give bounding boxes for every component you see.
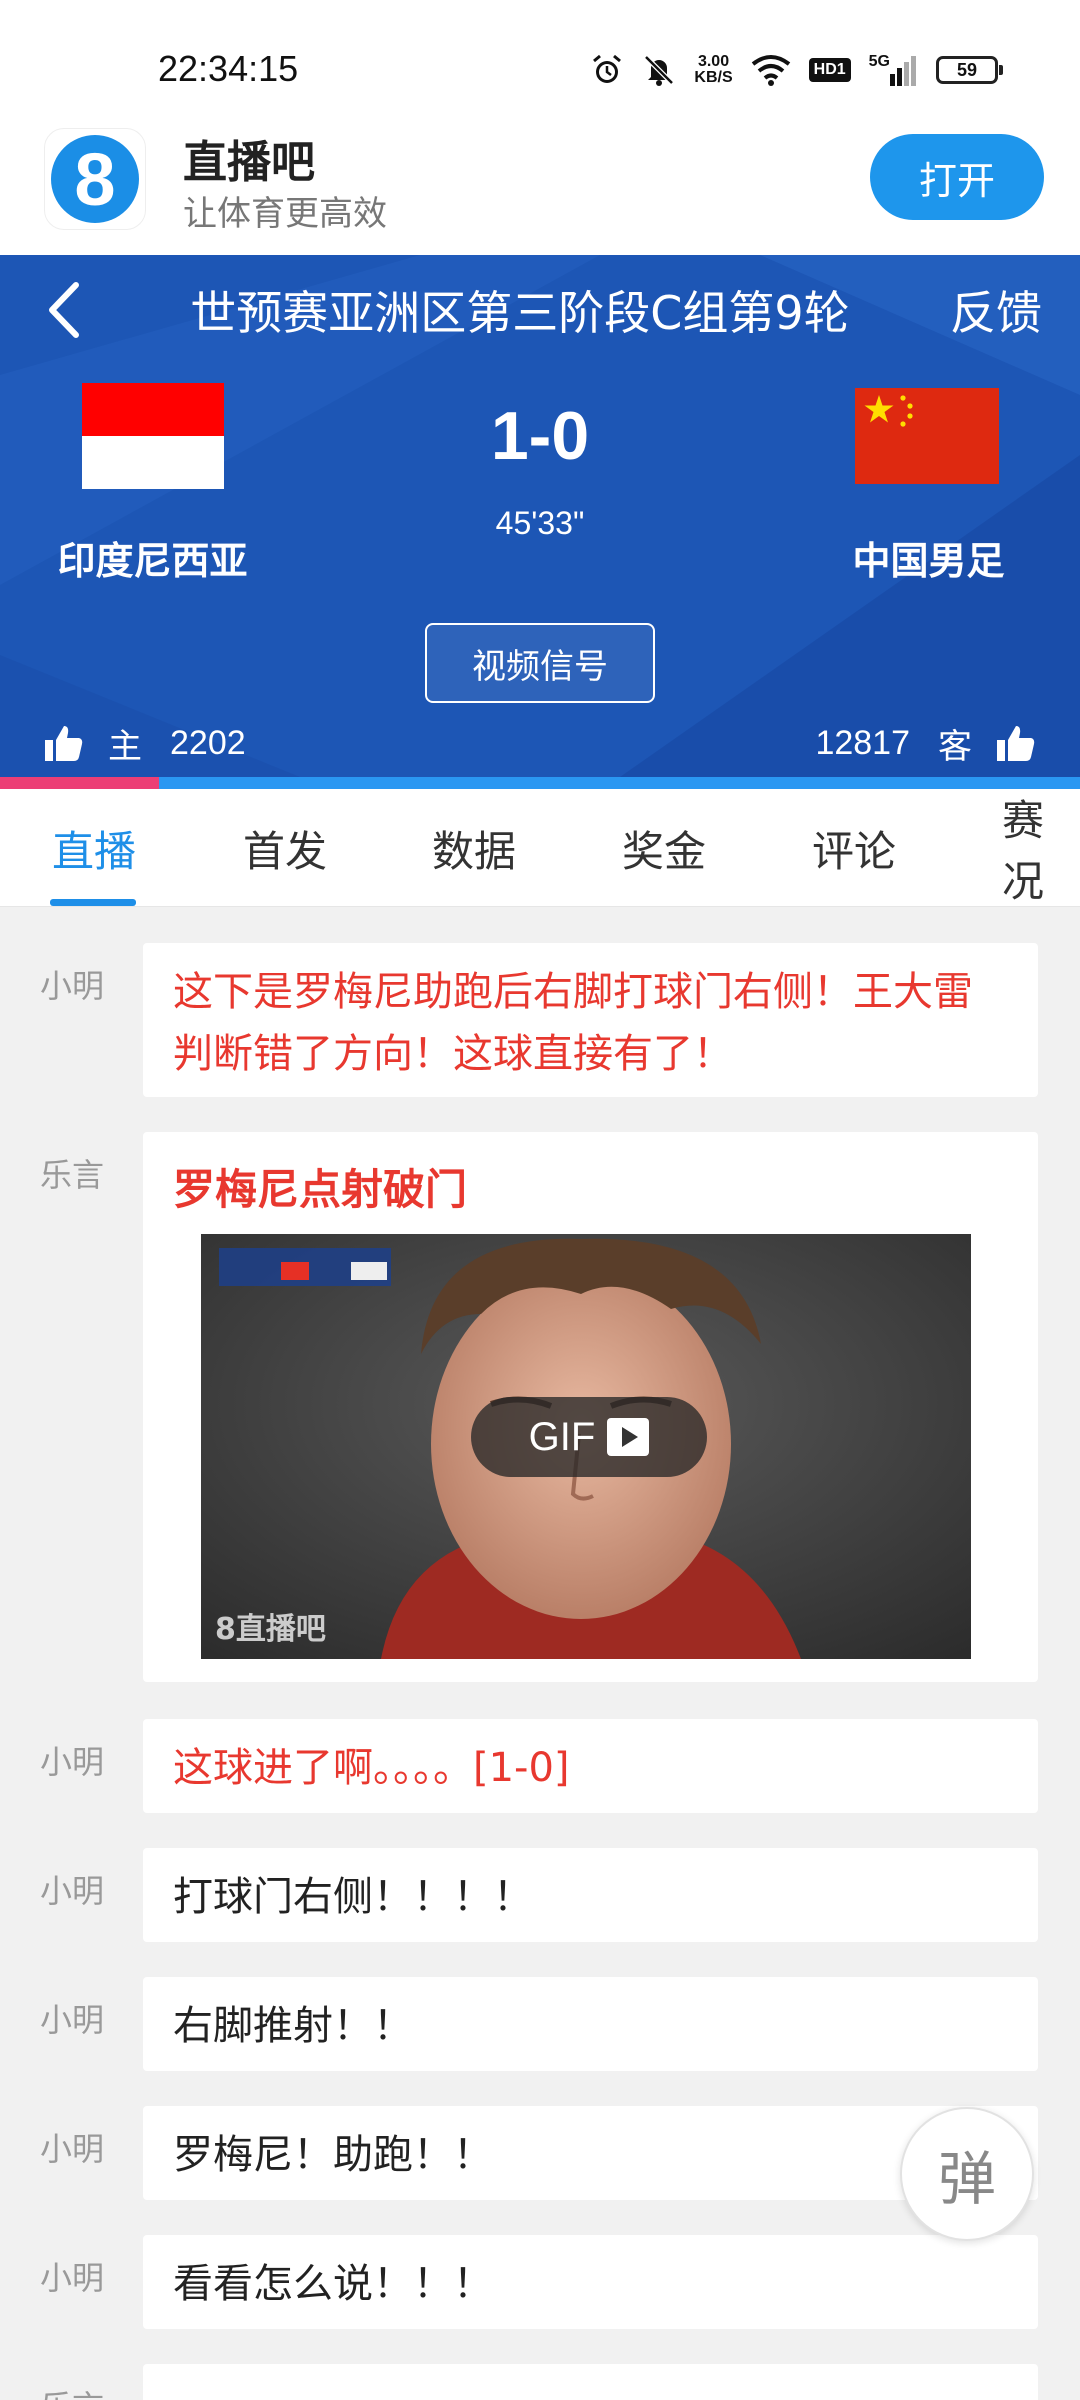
status-time: 22:34:15 — [158, 48, 299, 89]
home-like-button[interactable]: 主 2202 — [44, 713, 246, 773]
app-slogan: 让体育更高效 — [183, 194, 387, 234]
home-like-label: 主 — [108, 726, 142, 767]
support-ratio-bar — [0, 777, 1080, 789]
status-icons: 3.00 KB/S HD1 5G 59 — [590, 50, 1003, 90]
hd-badge: HD1 — [808, 58, 851, 82]
feed-author: 乐言 — [40, 1156, 105, 1194]
feed-author: 小明 — [40, 1872, 105, 1910]
feed-bubble: 罗梅尼点射破门 8直播吧 GIF — [143, 1132, 1038, 1682]
away-team-flag — [855, 388, 999, 484]
net-speed: 3.00 KB/S — [694, 54, 732, 86]
goal-gif[interactable]: 8直播吧 GIF — [201, 1234, 971, 1659]
video-signal-button[interactable]: 视频信号 — [425, 623, 655, 703]
feedback-button[interactable]: 反馈 — [950, 277, 1042, 343]
open-app-button[interactable]: 打开 — [870, 134, 1044, 220]
feed-text: 这下是罗梅尼助跑后右脚打球门右侧！王大雷判断错了方向！这球直接有了！ — [173, 969, 973, 1077]
tab-comments[interactable]: 评论 — [812, 789, 896, 907]
tab-active-indicator — [50, 899, 136, 906]
signal-icon: 5G — [868, 53, 918, 86]
alarm-icon — [590, 53, 624, 87]
tab-bar: 直播 首发 数据 奖金 评论 赛况 — [0, 789, 1080, 907]
feed-bubble[interactable] — [143, 2364, 1038, 2400]
feed-text: 这球进了啊。。。。[1-0] — [173, 1745, 570, 1791]
gif-label: GIF — [528, 1414, 596, 1459]
feed-title: 罗梅尼点射破门 — [173, 1165, 468, 1214]
feed-author: 小明 — [40, 2001, 105, 2039]
tab-match-status[interactable]: 赛况 — [1002, 789, 1080, 907]
net-speed-value: 3.00 — [697, 53, 730, 70]
feed-bubble[interactable]: 看看怎么说！！！ — [143, 2235, 1038, 2329]
match-header: 世预赛亚洲区第三阶段C组第9轮 反馈 印度尼西亚 1-0 45'33" 中国男足… — [0, 255, 1080, 777]
feed-bubble[interactable]: 右脚推射！！ — [143, 1977, 1038, 2071]
home-support-fill — [0, 777, 159, 789]
play-icon — [607, 1418, 650, 1456]
signal-label: 5G — [868, 53, 890, 70]
app-name: 直播吧 — [183, 137, 315, 188]
feed-author: 小明 — [40, 2130, 105, 2168]
gif-watermark: 8直播吧 — [215, 1612, 326, 1647]
net-speed-unit: KB/S — [694, 69, 733, 86]
away-like-label: 客 — [938, 726, 972, 767]
feed-text: 右脚推射！！ — [173, 2003, 413, 2049]
feed-text: 打球门右侧！！！！ — [173, 1874, 533, 1920]
gif-play-badge[interactable]: GIF — [471, 1397, 707, 1477]
away-like-count: 12817 — [815, 723, 910, 762]
feed-text — [143, 2364, 1038, 2400]
app-logo: 8 — [44, 128, 146, 230]
status-bar: 22:34:15 3.00 KB/S HD1 5G 59 — [0, 0, 1080, 120]
feed-bubble[interactable]: 打球门右侧！！！！ — [143, 1848, 1038, 1942]
feed-text: 看看怎么说！！！ — [173, 2261, 493, 2307]
tab-live[interactable]: 直播 — [52, 789, 136, 907]
home-team-flag — [82, 383, 224, 489]
match-clock: 45'33" — [495, 505, 585, 541]
battery-level: 59 — [956, 59, 978, 80]
feed-author: 小明 — [40, 1743, 105, 1781]
back-icon[interactable] — [40, 277, 96, 343]
thumbs-up-icon — [997, 726, 1035, 761]
app-logo-mark: 8 — [51, 135, 139, 223]
battery-icon: 59 — [936, 56, 1003, 84]
china-flag-stars — [864, 395, 913, 427]
home-team-name[interactable]: 印度尼西亚 — [0, 530, 305, 585]
app-download-banner: 8 直播吧 让体育更高效 打开 — [0, 120, 1080, 255]
app-screen: 22:34:15 3.00 KB/S HD1 5G 59 8 直播吧 让体育更高… — [0, 0, 1080, 2400]
mute-icon — [642, 53, 676, 87]
away-team-name[interactable]: 中国男足 — [776, 530, 1080, 585]
match-title: 世预赛亚洲区第三阶段C组第9轮 — [190, 286, 850, 340]
feed-author: 小明 — [40, 967, 105, 1005]
danmaku-button[interactable]: 弹 — [900, 2107, 1034, 2241]
match-score: 1-0 — [490, 398, 590, 474]
feed-bubble[interactable]: 这下是罗梅尼助跑后右脚打球门右侧！王大雷判断错了方向！这球直接有了！ — [143, 943, 1038, 1097]
away-like-button[interactable]: 12817 客 — [815, 713, 1036, 773]
feed-author: 小明 — [40, 2259, 105, 2297]
tab-lineup[interactable]: 首发 — [243, 789, 327, 907]
thumbs-up-icon — [45, 726, 83, 761]
home-like-count: 2202 — [170, 723, 246, 762]
feed-author: 乐言 — [40, 2382, 104, 2400]
tab-bonus[interactable]: 奖金 — [622, 789, 706, 907]
feed-bubble[interactable]: 这球进了啊。。。。[1-0] — [143, 1719, 1038, 1813]
tab-stats[interactable]: 数据 — [432, 789, 516, 907]
wifi-icon — [751, 54, 791, 86]
